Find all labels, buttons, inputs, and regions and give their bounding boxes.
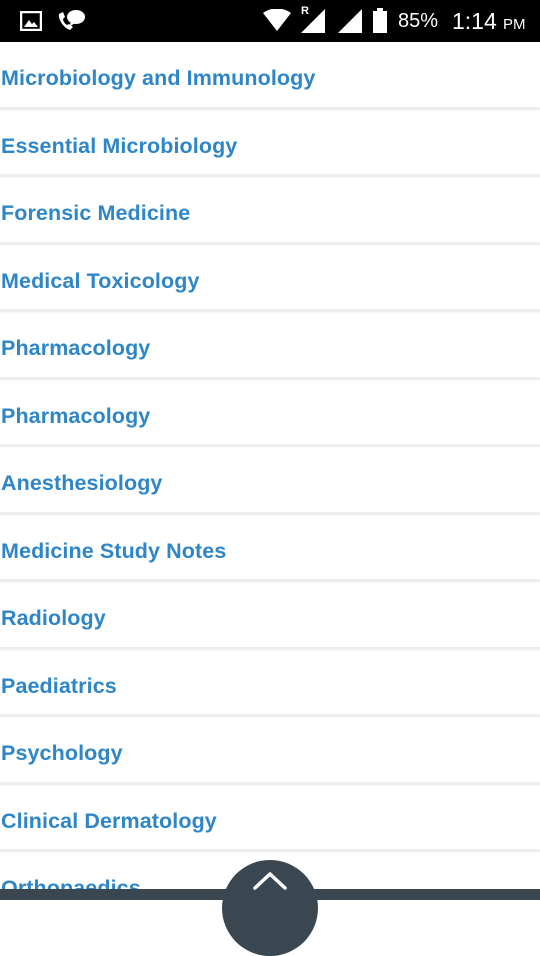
wifi-icon <box>262 0 292 42</box>
chevron-up-icon <box>253 872 287 890</box>
scroll-to-top-button[interactable] <box>222 860 318 956</box>
list-item[interactable]: Medicine Study Notes <box>0 515 540 582</box>
list-item-label: Medical Toxicology <box>1 268 200 293</box>
list-item-label: Pharmacology <box>1 403 151 428</box>
gallery-icon <box>20 0 42 42</box>
list-item[interactable]: Clinical Dermatology <box>0 785 540 852</box>
list-item[interactable]: Psychology <box>0 717 540 785</box>
list-item-label: Paediatrics <box>1 673 117 698</box>
phone-chat-icon <box>56 0 86 42</box>
battery-percent: 85% <box>398 9 439 32</box>
clock-time: 1:14 <box>452 7 497 34</box>
list-item-label: Clinical Dermatology <box>1 808 217 833</box>
list-item[interactable]: Radiology <box>0 582 540 650</box>
list-item[interactable]: Pharmacology <box>0 312 540 380</box>
list-item-label: Forensic Medicine <box>1 201 191 225</box>
list-item-label: Anesthesiology <box>1 471 163 495</box>
list-item[interactable]: Anesthesiology <box>0 447 540 515</box>
list-item-label: Pharmacology <box>1 336 151 360</box>
list-item-label: Essential Microbiology <box>1 133 238 158</box>
roaming-indicator: R <box>301 5 309 17</box>
list-item-label: Microbiology and Immunology <box>1 66 316 90</box>
battery-icon <box>372 0 388 42</box>
list-item[interactable]: Forensic Medicine <box>0 177 540 245</box>
list-item[interactable]: Paediatrics <box>0 650 540 717</box>
clock-ampm: PM <box>503 15 526 33</box>
list-item-label: Medicine Study Notes <box>1 538 227 563</box>
list-item[interactable]: Microbiology and Immunology <box>0 42 540 110</box>
list-item[interactable]: Essential Microbiology <box>0 110 540 177</box>
signal-icon <box>336 0 364 42</box>
status-bar: R 85% 1:14 PM <box>0 0 540 42</box>
list-item-label: Psychology <box>1 741 123 765</box>
list-item[interactable]: Pharmacology <box>0 380 540 447</box>
book-list: Microbiology and Immunology Essential Mi… <box>0 42 540 900</box>
list-item-label: Radiology <box>1 606 106 630</box>
list-item[interactable]: Medical Toxicology <box>0 245 540 312</box>
